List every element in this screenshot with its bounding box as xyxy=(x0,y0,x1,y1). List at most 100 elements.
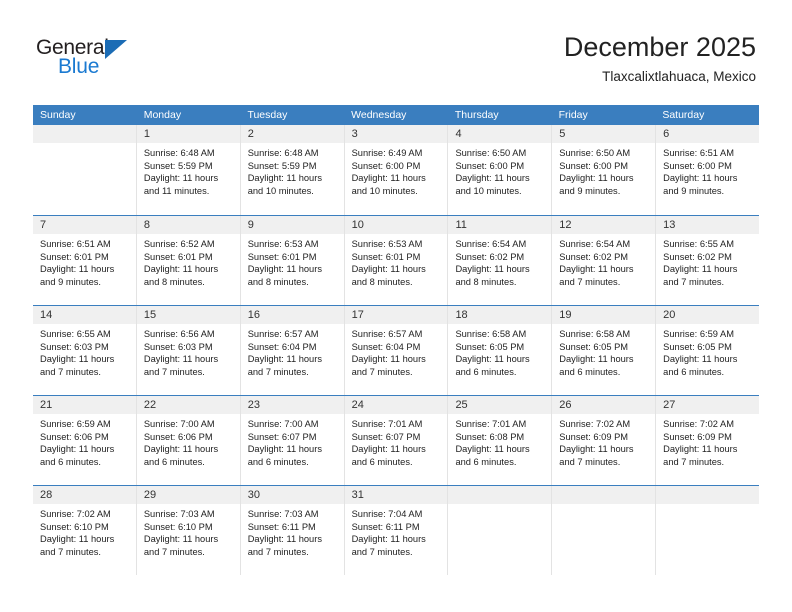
calendar-day-cell[interactable]: 20 Sunrise: 6:59 AM Sunset: 6:05 PM Dayligh… xyxy=(656,306,760,395)
daylight-text-line2: and 7 minutes. xyxy=(663,276,725,287)
day-number: 31 xyxy=(344,486,448,504)
daylight-text-line2: and 8 minutes. xyxy=(247,276,309,287)
daylight-text-line1: Daylight: 11 hours xyxy=(351,444,426,455)
calendar-day-cell[interactable]: 3 Sunrise: 6:49 AM Sunset: 6:00 PM Daylight… xyxy=(344,125,449,215)
sunset-text: Sunset: 6:02 PM xyxy=(455,251,525,262)
daylight-text-line1: Daylight: 11 hours xyxy=(143,173,219,184)
day-number: 18 xyxy=(448,306,552,324)
sunrise-text: Sunrise: 6:59 AM xyxy=(663,329,734,339)
daylight-text-line2: and 10 minutes. xyxy=(455,185,522,196)
calendar-day-cell[interactable]: 9 Sunrise: 6:53 AM Sunset: 6:01 PM Daylight… xyxy=(240,216,345,305)
calendar-day-cell[interactable]: 22 Sunrise: 7:00 AM Sunset: 6:06 PM Dayligh… xyxy=(136,396,241,485)
calendar-day-cell[interactable]: 4 Sunrise: 6:50 AM Sunset: 6:00 PM Daylight… xyxy=(448,125,553,215)
calendar-day-cell[interactable]: 24 Sunrise: 7:01 AM Sunset: 6:07 PM Dayligh… xyxy=(344,396,449,485)
sunset-text: Sunset: 5:59 PM xyxy=(247,160,317,171)
sunset-text: Sunset: 6:09 PM xyxy=(663,431,732,442)
day-sun-info: Sunrise: 6:50 AM Sunset: 6:00 PM Daylight:… xyxy=(552,143,655,197)
calendar-day-cell[interactable]: 6 Sunrise: 6:51 AM Sunset: 6:00 PM Daylight… xyxy=(656,125,760,215)
calendar-day-cell[interactable]: 25 Sunrise: 7:01 AM Sunset: 6:08 PM Dayligh… xyxy=(448,396,553,485)
sunset-text: Sunset: 6:06 PM xyxy=(143,431,213,442)
daylight-text-line2: and 8 minutes. xyxy=(143,276,205,287)
sunset-text: Sunset: 6:00 PM xyxy=(351,160,421,171)
calendar-day-cell[interactable]: 8 Sunrise: 6:52 AM Sunset: 6:01 PM Daylight… xyxy=(136,216,241,305)
day-number: 3 xyxy=(344,125,448,143)
calendar-day-cell[interactable]: 13 Sunrise: 6:55 AM Sunset: 6:02 PM Dayligh… xyxy=(656,216,760,305)
day-sun-info: Sunrise: 7:03 AM Sunset: 6:10 PM Daylight:… xyxy=(137,504,240,558)
daylight-text-line2: and 7 minutes. xyxy=(143,546,205,557)
day-sun-info: Sunrise: 7:03 AM Sunset: 6:11 PM Daylight:… xyxy=(241,504,344,558)
day-sun-info: Sunrise: 6:58 AM Sunset: 6:05 PM Daylight:… xyxy=(552,324,655,378)
sunrise-text: Sunrise: 6:56 AM xyxy=(143,329,215,339)
daylight-text-line2: and 7 minutes. xyxy=(40,546,101,557)
weekday-header-wednesday: Wednesday xyxy=(351,109,407,121)
sunrise-text: Sunrise: 6:49 AM xyxy=(351,148,423,158)
page-subtitle: Tlaxcalixtlahuaca, Mexico xyxy=(602,69,756,84)
calendar-day-cell-empty xyxy=(656,486,760,575)
calendar-week-row: 14 Sunrise: 6:55 AM Sunset: 6:03 PM Dayligh… xyxy=(33,305,760,395)
sunset-text: Sunset: 6:03 PM xyxy=(143,341,213,352)
calendar-day-cell[interactable]: 19 Sunrise: 6:58 AM Sunset: 6:05 PM Dayligh… xyxy=(552,306,657,395)
calendar-day-cell[interactable]: 11 Sunrise: 6:54 AM Sunset: 6:02 PM Dayligh… xyxy=(448,216,553,305)
calendar-day-cell[interactable]: 31 Sunrise: 7:04 AM Sunset: 6:11 PM Dayligh… xyxy=(344,486,449,575)
daylight-text-line1: Daylight: 11 hours xyxy=(247,173,322,184)
calendar-day-cell[interactable]: 16 Sunrise: 6:57 AM Sunset: 6:04 PM Dayligh… xyxy=(240,306,345,395)
sunrise-text: Sunrise: 6:54 AM xyxy=(559,239,631,249)
daylight-text-line1: Daylight: 11 hours xyxy=(351,264,426,275)
day-sun-info: Sunrise: 6:57 AM Sunset: 6:04 PM Daylight:… xyxy=(241,324,344,378)
calendar-day-cell[interactable]: 17 Sunrise: 6:57 AM Sunset: 6:04 PM Dayligh… xyxy=(344,306,449,395)
day-sun-info: Sunrise: 6:53 AM Sunset: 6:01 PM Daylight:… xyxy=(241,234,344,288)
sunrise-text: Sunrise: 7:02 AM xyxy=(663,419,734,429)
sunrise-text: Sunrise: 6:53 AM xyxy=(247,239,319,249)
calendar-day-cell[interactable]: 10 Sunrise: 6:53 AM Sunset: 6:01 PM Dayligh… xyxy=(344,216,449,305)
day-number: 20 xyxy=(656,306,760,324)
daylight-text-line2: and 6 minutes. xyxy=(247,456,309,467)
sunrise-text: Sunrise: 7:00 AM xyxy=(143,419,215,429)
calendar-day-cell[interactable]: 23 Sunrise: 7:00 AM Sunset: 6:07 PM Dayligh… xyxy=(240,396,345,485)
day-number: 19 xyxy=(552,306,656,324)
general-blue-logo[interactable]: General Blue xyxy=(36,36,156,84)
sunset-text: Sunset: 6:04 PM xyxy=(247,341,317,352)
daylight-text-line1: Daylight: 11 hours xyxy=(559,264,634,275)
calendar-day-cell[interactable]: 26 Sunrise: 7:02 AM Sunset: 6:09 PM Dayligh… xyxy=(552,396,657,485)
daylight-text-line2: and 7 minutes. xyxy=(247,366,309,377)
sunset-text: Sunset: 6:00 PM xyxy=(455,160,525,171)
daylight-text-line1: Daylight: 11 hours xyxy=(143,444,219,455)
sunset-text: Sunset: 6:05 PM xyxy=(455,341,525,352)
sunrise-text: Sunrise: 6:48 AM xyxy=(143,148,215,158)
sunrise-text: Sunrise: 7:03 AM xyxy=(143,509,215,519)
day-sun-info: Sunrise: 6:51 AM Sunset: 6:01 PM Daylight:… xyxy=(33,234,136,288)
calendar-day-cell[interactable]: 30 Sunrise: 7:03 AM Sunset: 6:11 PM Dayligh… xyxy=(240,486,345,575)
day-sun-info: Sunrise: 6:59 AM Sunset: 6:05 PM Daylight:… xyxy=(656,324,759,378)
sunset-text: Sunset: 6:02 PM xyxy=(663,251,732,262)
calendar-day-cell[interactable]: 21 Sunrise: 6:59 AM Sunset: 6:06 PM Dayligh… xyxy=(33,396,137,485)
daylight-text-line2: and 7 minutes. xyxy=(663,456,725,467)
calendar-day-cell[interactable]: 14 Sunrise: 6:55 AM Sunset: 6:03 PM Dayligh… xyxy=(33,306,137,395)
daylight-text-line2: and 7 minutes. xyxy=(351,366,413,377)
calendar-day-cell[interactable]: 12 Sunrise: 6:54 AM Sunset: 6:02 PM Dayligh… xyxy=(552,216,657,305)
calendar-page: General Blue December 2025 Tlaxcalixtlah… xyxy=(0,0,792,612)
daylight-text-line1: Daylight: 11 hours xyxy=(559,444,634,455)
calendar-day-cell[interactable]: 15 Sunrise: 6:56 AM Sunset: 6:03 PM Dayligh… xyxy=(136,306,241,395)
sunrise-text: Sunrise: 6:53 AM xyxy=(351,239,423,249)
calendar-day-cell[interactable]: 29 Sunrise: 7:03 AM Sunset: 6:10 PM Dayligh… xyxy=(136,486,241,575)
calendar-week-row: 7 Sunrise: 6:51 AM Sunset: 6:01 PM Daylight… xyxy=(33,215,760,305)
day-sun-info: Sunrise: 7:02 AM Sunset: 6:10 PM Daylight:… xyxy=(33,504,136,558)
calendar-day-cell[interactable]: 28 Sunrise: 7:02 AM Sunset: 6:10 PM Dayligh… xyxy=(33,486,137,575)
calendar-day-cell[interactable]: 5 Sunrise: 6:50 AM Sunset: 6:00 PM Daylight… xyxy=(552,125,657,215)
day-sun-info: Sunrise: 7:01 AM Sunset: 6:08 PM Daylight:… xyxy=(448,414,551,468)
day-number xyxy=(656,486,760,504)
calendar-day-cell[interactable]: 27 Sunrise: 7:02 AM Sunset: 6:09 PM Dayligh… xyxy=(656,396,760,485)
calendar-day-cell[interactable]: 18 Sunrise: 6:58 AM Sunset: 6:05 PM Dayligh… xyxy=(448,306,553,395)
sunset-text: Sunset: 6:11 PM xyxy=(247,521,316,532)
day-number xyxy=(552,486,656,504)
daylight-text-line2: and 6 minutes. xyxy=(40,456,101,467)
day-sun-info: Sunrise: 6:48 AM Sunset: 5:59 PM Daylight:… xyxy=(137,143,240,197)
day-number: 8 xyxy=(136,216,240,234)
day-sun-info: Sunrise: 7:01 AM Sunset: 6:07 PM Daylight:… xyxy=(345,414,448,468)
calendar-day-cell[interactable]: 7 Sunrise: 6:51 AM Sunset: 6:01 PM Daylight… xyxy=(33,216,137,305)
calendar-grid: Sunday Monday Tuesday Wednesday Thursday Frid… xyxy=(33,105,760,575)
sunrise-text: Sunrise: 6:58 AM xyxy=(455,329,527,339)
day-sun-info: Sunrise: 7:04 AM Sunset: 6:11 PM Daylight:… xyxy=(345,504,448,558)
calendar-day-cell[interactable]: 1 Sunrise: 6:48 AM Sunset: 5:59 PM Daylight… xyxy=(136,125,241,215)
calendar-day-cell[interactable]: 2 Sunrise: 6:48 AM Sunset: 5:59 PM Daylight… xyxy=(240,125,345,215)
